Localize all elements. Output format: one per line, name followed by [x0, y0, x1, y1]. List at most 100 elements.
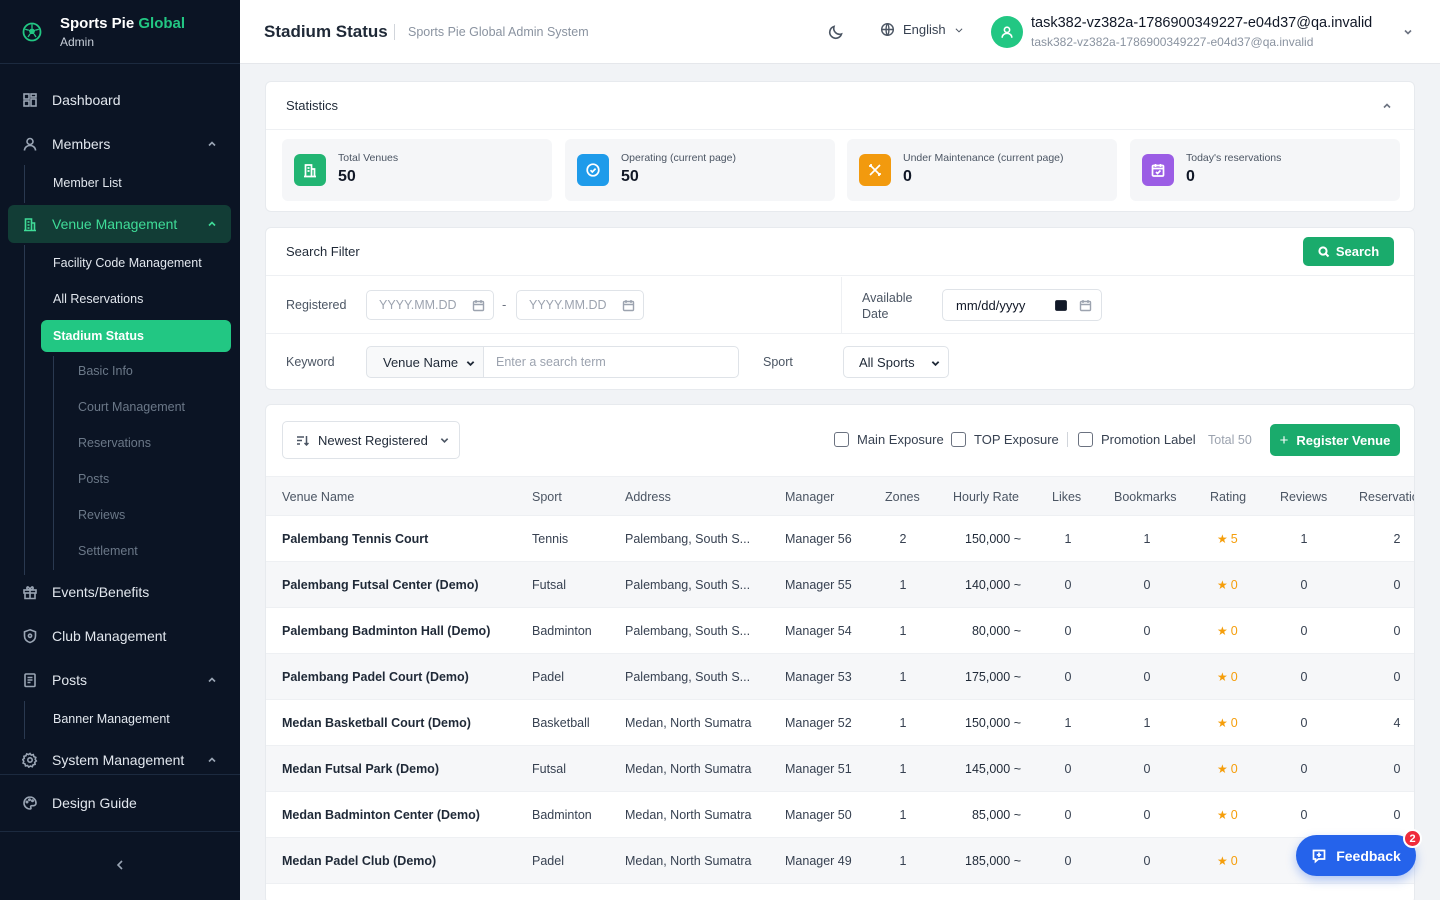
table-row[interactable]: Medan Basketball Court (Demo) Basketball M… [266, 700, 1414, 746]
rating-value: 0 [1230, 670, 1238, 684]
stat-label: Total Venues [338, 152, 399, 164]
sidebar-item-venue-management[interactable]: Venue Management [8, 205, 231, 243]
cell-reviews: 1 [1300, 532, 1308, 546]
column-header[interactable]: Zones [885, 490, 920, 504]
checkbox-box[interactable] [834, 432, 849, 447]
chevron-up-icon[interactable] [1382, 101, 1392, 111]
cell-reviews: 0 [1300, 578, 1308, 592]
search-filter-card: Search Filter Search Registered YYYY.MM.… [265, 227, 1415, 390]
sport-select[interactable]: All Sports [843, 346, 949, 378]
keyword-type-select[interactable]: Venue Name [366, 346, 484, 378]
column-header[interactable]: Bookmarks [1114, 490, 1177, 504]
table-row[interactable]: Medan Futsal Park (Demo) Futsal Medan, Nor… [266, 746, 1414, 792]
cell-venue-name[interactable]: Palembang Futsal Center (Demo) [282, 578, 479, 592]
promotion-label-checkbox[interactable]: Promotion Label [1078, 432, 1196, 447]
language-selector[interactable]: English [880, 22, 964, 37]
cell-rating: ★ 0 [1217, 762, 1238, 776]
cell-reviews: 0 [1300, 624, 1308, 638]
column-header[interactable]: Rating [1210, 490, 1246, 504]
table-row[interactable]: Palembang Padel Court (Demo) Padel Palemba… [266, 654, 1414, 700]
cell-venue-name[interactable]: Palembang Badminton Hall (Demo) [282, 624, 490, 638]
calendar-picker-icon[interactable] [1055, 299, 1067, 311]
star-icon: ★ [1217, 854, 1228, 868]
gear-icon [22, 752, 38, 768]
sidebar-item-reviews[interactable]: Reviews [78, 499, 125, 531]
cell-venue-name[interactable]: Medan Basketball Court (Demo) [282, 716, 471, 730]
cell-address: Palembang, South S... [625, 670, 751, 684]
top-exposure-checkbox[interactable]: TOP Exposure [951, 432, 1059, 447]
sidebar-item-facility-code[interactable]: Facility Code Management [41, 247, 231, 279]
rating-value: 5 [1230, 532, 1238, 546]
available-date-input[interactable]: mm/dd/yyyy [942, 289, 1102, 321]
chevron-up-icon [208, 141, 216, 147]
cell-venue-name[interactable]: Medan Badminton Center (Demo) [282, 808, 480, 822]
page-subtitle: Sports Pie Global Admin System [408, 25, 589, 39]
sidebar-item-members[interactable]: Members [8, 125, 231, 163]
shield-icon [23, 628, 37, 644]
column-header[interactable]: Address [625, 490, 671, 504]
cell-venue-name[interactable]: Palembang Padel Court (Demo) [282, 670, 469, 684]
column-header[interactable]: Sport [532, 490, 562, 504]
sidebar-item-court-management[interactable]: Court Management [78, 391, 185, 423]
registered-end-date-input[interactable]: YYYY.MM.DD [516, 290, 644, 320]
sidebar-item-member-list[interactable]: Member List [41, 167, 231, 199]
chevron-up-icon [208, 757, 216, 763]
cell-venue-name[interactable]: Medan Futsal Park (Demo) [282, 762, 439, 776]
collapse-sidebar-icon[interactable] [112, 857, 128, 873]
table-row[interactable]: Palembang Futsal Center (Demo) Futsal Pale… [266, 562, 1414, 608]
registered-start-date-input[interactable]: YYYY.MM.DD [366, 290, 494, 320]
cell-sport: Padel [532, 854, 564, 868]
rating-value: 0 [1230, 716, 1238, 730]
sidebar-item-reservations[interactable]: Reservations [78, 427, 151, 459]
main-exposure-checkbox[interactable]: Main Exposure [834, 432, 944, 447]
cell-likes: 0 [1064, 808, 1072, 822]
rating-value: 0 [1230, 624, 1238, 638]
chevron-down-icon[interactable] [1403, 27, 1413, 37]
cell-zones: 2 [899, 532, 907, 546]
sidebar-item-all-reservations[interactable]: All Reservations [41, 283, 231, 315]
sidebar-item-design-guide[interactable]: Design Guide [8, 784, 231, 822]
cell-bookmarks: 1 [1143, 716, 1151, 730]
sidebar-item-dashboard[interactable]: Dashboard [8, 81, 231, 119]
column-header[interactable]: Reservations [1359, 490, 1414, 504]
sidebar-item-stadium-status[interactable]: Stadium Status [41, 320, 231, 352]
cell-bookmarks: 0 [1143, 578, 1151, 592]
cell-venue-name[interactable]: Medan Padel Club (Demo) [282, 854, 436, 868]
cell-reviews: 0 [1300, 716, 1308, 730]
table-row[interactable]: Medan Padel Club (Demo) Padel Medan, North… [266, 838, 1414, 884]
column-header[interactable]: Venue Name [282, 490, 354, 504]
sidebar-item-club[interactable]: Club Management [8, 617, 231, 655]
column-header[interactable]: Reviews [1280, 490, 1327, 504]
rating-value: 0 [1230, 808, 1238, 822]
table-row[interactable]: Palembang Badminton Hall (Demo) Badminton… [266, 608, 1414, 654]
cell-zones: 1 [899, 716, 907, 730]
keyword-input[interactable]: Enter a search term [483, 346, 739, 378]
column-header[interactable]: Likes [1052, 490, 1081, 504]
search-button[interactable]: Search [1303, 237, 1394, 266]
sidebar-item-posts[interactable]: Posts [8, 661, 231, 699]
register-venue-button[interactable]: + Register Venue [1270, 424, 1400, 456]
sidebar-item-banner[interactable]: Banner Management [41, 703, 231, 735]
sidebar-item-events[interactable]: Events/Benefits [8, 573, 231, 611]
cell-likes: 1 [1064, 716, 1072, 730]
sidebar-item-posts-sub[interactable]: Posts [78, 463, 109, 495]
table-row[interactable]: Palembang Tennis Court Tennis Palembang, S… [266, 516, 1414, 562]
feedback-button[interactable]: Feedback [1296, 835, 1416, 876]
brand[interactable]: Sports Pie Global Admin [0, 0, 240, 64]
cell-venue-name[interactable]: Palembang Tennis Court [282, 532, 428, 546]
title-divider [394, 24, 395, 40]
calendar-check-icon [1142, 154, 1174, 186]
user-name[interactable]: task382-vz382a-1786900349227-e04d37@qa.i… [1031, 15, 1372, 31]
sidebar-item-basic-info[interactable]: Basic Info [78, 355, 133, 387]
search-icon [1318, 245, 1330, 257]
sort-dropdown[interactable]: Newest Registered [282, 421, 460, 459]
column-header[interactable]: Manager [785, 490, 834, 504]
moon-icon[interactable] [828, 24, 844, 40]
table-row[interactable]: Medan Badminton Center (Demo) Badminton Me… [266, 792, 1414, 838]
avatar[interactable] [991, 16, 1023, 48]
sidebar-item-settlement[interactable]: Settlement [78, 535, 138, 567]
cell-hourly-rate: 85,000 ~ [971, 808, 1021, 822]
column-header[interactable]: Hourly Rate [953, 490, 1019, 504]
checkbox-box[interactable] [1078, 432, 1093, 447]
checkbox-box[interactable] [951, 432, 966, 447]
